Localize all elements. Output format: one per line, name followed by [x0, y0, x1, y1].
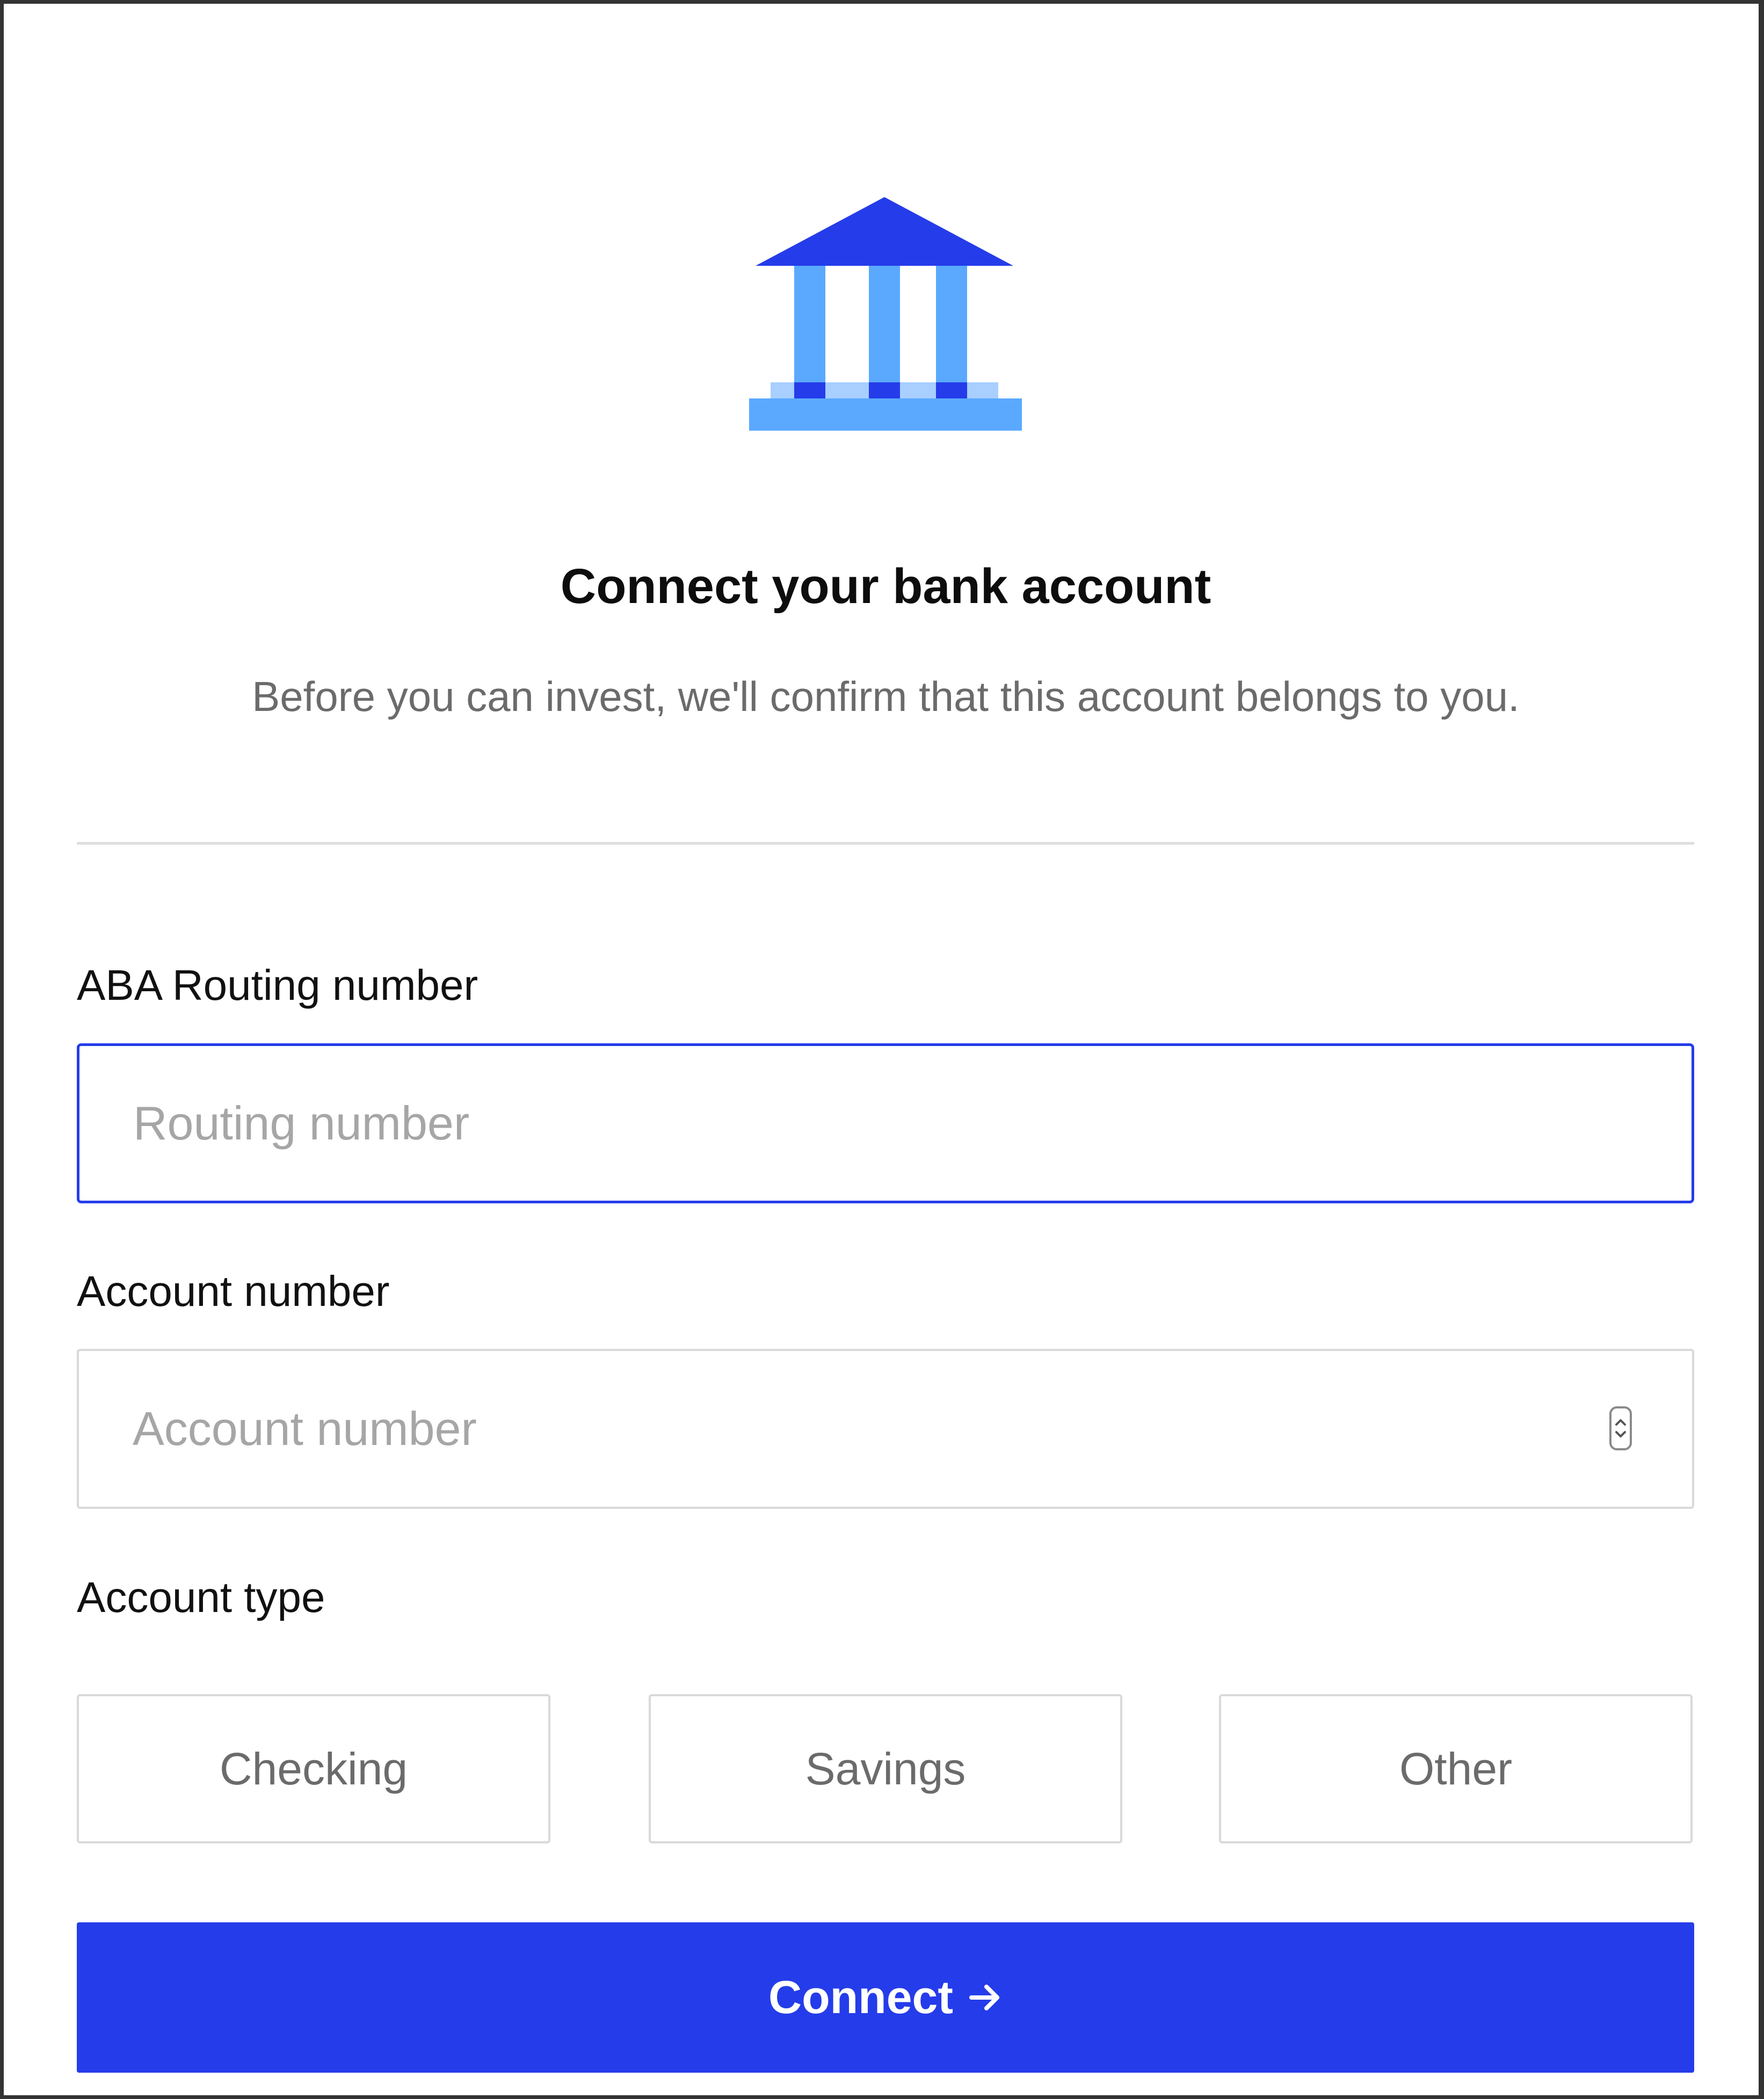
- arrow-right-icon: [968, 1980, 1003, 2015]
- connect-bank-card: Connect your bank account Before you can…: [0, 0, 1764, 2099]
- page-subtitle: Before you can invest, we'll confirm tha…: [252, 673, 1520, 720]
- routing-number-label: ABA Routing number: [77, 961, 478, 1009]
- account-type-label: Account type: [77, 1573, 325, 1621]
- number-stepper-icon[interactable]: [1609, 1406, 1632, 1450]
- connect-button-label: Connect: [768, 1971, 953, 2023]
- account-number-input[interactable]: [77, 1349, 1694, 1509]
- account-type-other-button[interactable]: Other: [1219, 1694, 1693, 1843]
- account-type-checking-button[interactable]: Checking: [77, 1694, 550, 1843]
- routing-number-input[interactable]: [77, 1043, 1694, 1203]
- page-title: Connect your bank account: [560, 559, 1211, 614]
- account-type-savings-button[interactable]: Savings: [649, 1694, 1122, 1843]
- divider: [77, 842, 1694, 845]
- account-number-label: Account number: [77, 1267, 390, 1315]
- bank-icon: [745, 194, 1024, 433]
- connect-button[interactable]: Connect: [77, 1922, 1694, 2073]
